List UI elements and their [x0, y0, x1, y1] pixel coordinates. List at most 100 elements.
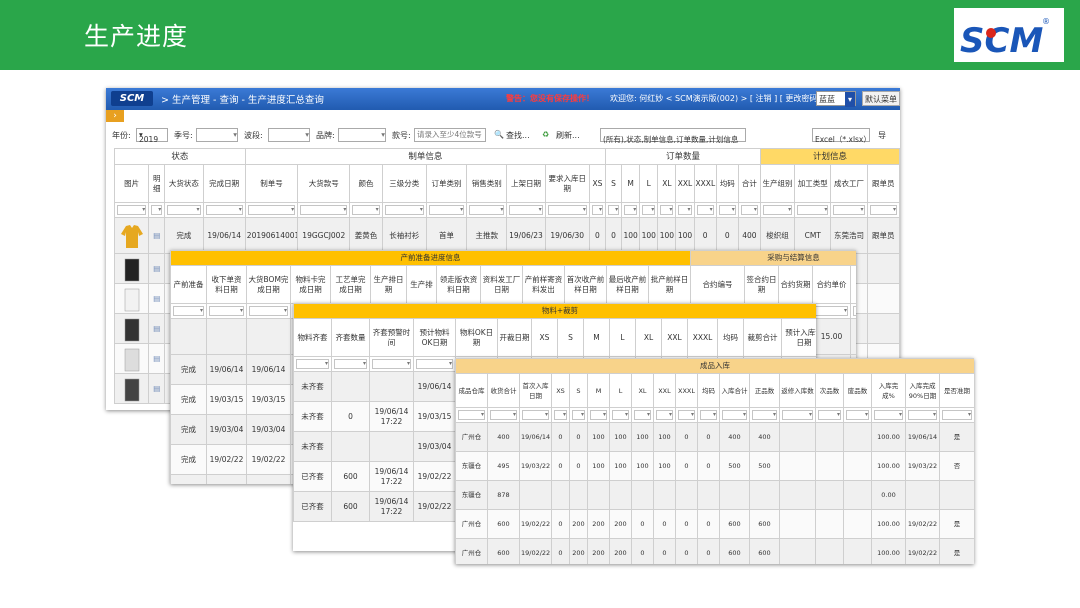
column-header[interactable]: 最后收产前样日期: [606, 265, 649, 304]
column-header[interactable]: XXXL: [687, 318, 718, 357]
filter-dropdown[interactable]: ▾: [249, 306, 288, 316]
product-thumbnail[interactable]: [113, 373, 150, 404]
column-header[interactable]: 返修入库数: [779, 373, 816, 408]
column-header[interactable]: 上架日期: [506, 164, 546, 203]
column-header[interactable]: 订单类别: [425, 164, 468, 203]
filter-dropdown[interactable]: ▾: [547, 205, 587, 215]
filter-dropdown[interactable]: ▾: [818, 410, 841, 420]
column-header[interactable]: 裁剪合计: [743, 318, 782, 357]
column-header[interactable]: 大货状态: [164, 164, 204, 203]
filter-dropdown[interactable]: ▾: [833, 205, 865, 215]
column-header[interactable]: 预计物料OK日期: [413, 318, 456, 357]
column-header[interactable]: 收货合计: [487, 373, 520, 408]
column-header[interactable]: 签合约日期: [744, 265, 780, 304]
filter-dropdown[interactable]: ▾: [815, 306, 849, 316]
column-header[interactable]: XS: [588, 164, 607, 203]
filter-dropdown[interactable]: ▾: [490, 410, 517, 420]
column-header[interactable]: XXXL: [675, 373, 698, 408]
column-header[interactable]: 颜色: [349, 164, 383, 203]
column-header[interactable]: 入库完成%: [871, 373, 906, 408]
product-thumbnail[interactable]: [113, 217, 150, 254]
table-row[interactable]: 广州仓 600 19/02/22 0 200 200 200 0 0 0 0 600 600 100.00…: [455, 509, 974, 539]
filter-dropdown[interactable]: ▾: [300, 205, 348, 215]
product-thumbnail[interactable]: [113, 343, 150, 374]
column-header[interactable]: 三级分类: [381, 164, 427, 203]
detail-icon[interactable]: ▤: [148, 283, 166, 314]
column-header[interactable]: 工艺单完成日期: [330, 265, 371, 304]
column-header[interactable]: 资料发工厂日期: [480, 265, 523, 304]
column-header[interactable]: 是否准期: [938, 373, 974, 408]
column-header[interactable]: 齐套数量: [331, 318, 370, 357]
column-header[interactable]: 预计入库部日期: [780, 318, 816, 357]
column-header[interactable]: 批产前样日期: [647, 265, 692, 304]
column-header[interactable]: 成衣工厂: [830, 164, 868, 203]
column-header[interactable]: XL: [631, 373, 654, 408]
detail-icon[interactable]: ▤: [148, 253, 166, 284]
style-input[interactable]: 请录入至少4位款号: [414, 128, 486, 142]
filter-dropdown[interactable]: ▾: [591, 205, 603, 215]
column-header[interactable]: XXXL: [693, 164, 717, 203]
column-header[interactable]: 均码: [717, 318, 744, 357]
search-button[interactable]: 查找...: [506, 130, 530, 141]
column-header[interactable]: 跟单员: [866, 164, 900, 203]
default-menu-button[interactable]: 默认菜单: [862, 91, 900, 106]
column-header[interactable]: 入库合计: [719, 373, 750, 408]
filter-dropdown[interactable]: ▾: [752, 410, 777, 420]
column-filter-select[interactable]: (所有),状态,制单信息,订单数量,计划信息: [600, 128, 746, 144]
detail-icon[interactable]: ▤: [148, 313, 166, 344]
column-header[interactable]: M: [621, 164, 641, 203]
column-header[interactable]: 产前准备: [170, 265, 207, 304]
column-header[interactable]: XS: [551, 373, 570, 408]
table-row[interactable]: 广州仓 600 19/02/22 0 200 200 200 0 0 0 0 600 600 100.00…: [455, 538, 974, 564]
column-header[interactable]: 销售类别: [466, 164, 508, 203]
column-header[interactable]: L: [609, 318, 636, 357]
filter-dropdown[interactable]: ▾: [869, 205, 897, 215]
column-header[interactable]: 物料齐套: [293, 318, 332, 357]
filter-dropdown[interactable]: ▾: [590, 410, 607, 420]
expand-toggle-icon[interactable]: ›: [106, 110, 124, 122]
filter-dropdown[interactable]: ▾: [656, 410, 673, 420]
year-select[interactable]: 2019 ▾: [136, 128, 168, 144]
column-header[interactable]: 物料卡完成日期: [290, 265, 331, 304]
filter-dropdown[interactable]: ▾: [678, 205, 692, 215]
column-header[interactable]: XXL: [661, 318, 688, 357]
filter-dropdown[interactable]: ▾: [334, 359, 367, 369]
filter-dropdown[interactable]: ▾: [247, 205, 296, 215]
export-button[interactable]: 导: [878, 130, 886, 141]
column-header[interactable]: 开裁日期: [497, 318, 532, 357]
filter-dropdown[interactable]: ▾: [384, 205, 424, 215]
column-header[interactable]: 正品数: [749, 373, 780, 408]
season-select[interactable]: ▾: [196, 128, 238, 142]
column-header[interactable]: XL: [635, 318, 662, 357]
export-format-select[interactable]: Excel（*.xlsx）: [812, 128, 871, 144]
detail-icon[interactable]: ▤: [148, 373, 166, 404]
theme-select[interactable]: 蓝蓝 ▾: [816, 91, 856, 107]
column-header[interactable]: 完成日期: [202, 164, 246, 203]
column-header[interactable]: XL: [657, 164, 677, 203]
product-thumbnail[interactable]: [113, 253, 150, 284]
column-header[interactable]: 合计: [737, 164, 761, 203]
column-header[interactable]: 物料OK日期: [455, 318, 498, 357]
column-header[interactable]: 产前样寄资料发出: [522, 265, 565, 304]
filter-dropdown[interactable]: ▾: [718, 205, 736, 215]
column-header[interactable]: 均码: [715, 164, 739, 203]
filter-dropdown[interactable]: ▾: [874, 410, 903, 420]
filter-dropdown[interactable]: ▾: [853, 306, 856, 316]
filter-dropdown[interactable]: ▾: [458, 410, 485, 420]
column-header[interactable]: 制单号: [244, 164, 299, 203]
column-header[interactable]: 成品仓库: [455, 373, 488, 408]
band-select[interactable]: ▾: [268, 128, 310, 142]
column-header[interactable]: 齐套预警时间: [369, 318, 414, 357]
filter-dropdown[interactable]: ▾: [117, 205, 147, 215]
column-header[interactable]: 加工类型: [794, 164, 832, 203]
filter-dropdown[interactable]: ▾: [660, 205, 674, 215]
column-header[interactable]: 首次收产前样日期: [564, 265, 607, 304]
filter-dropdown[interactable]: ▾: [762, 205, 793, 215]
filter-dropdown[interactable]: ▾: [554, 410, 567, 420]
filter-dropdown[interactable]: ▾: [700, 410, 717, 420]
filter-dropdown[interactable]: ▾: [696, 205, 714, 215]
filter-dropdown[interactable]: ▾: [173, 306, 204, 316]
detail-icon[interactable]: ▤: [148, 217, 166, 254]
filter-dropdown[interactable]: ▾: [908, 410, 937, 420]
filter-dropdown[interactable]: ▾: [522, 410, 549, 420]
